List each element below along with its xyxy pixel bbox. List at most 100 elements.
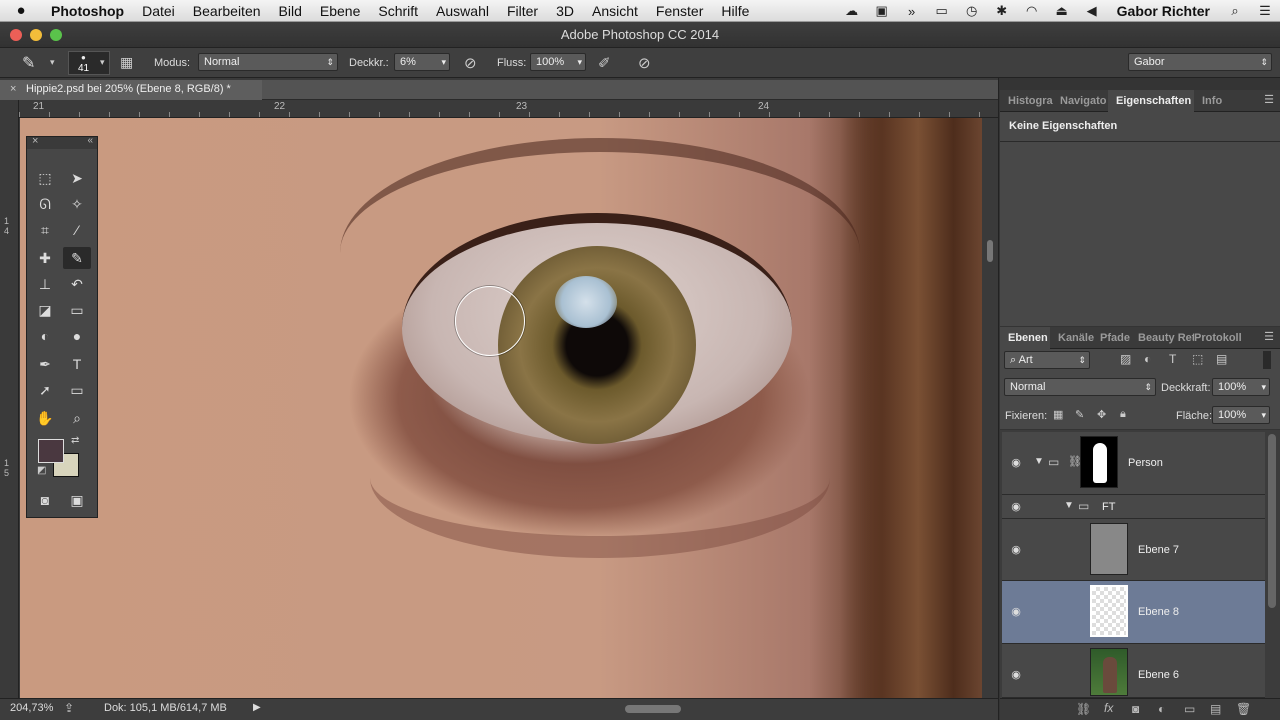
layer-row-person[interactable]: ◉ ▼ ▭ ⛓ Person	[1002, 432, 1265, 495]
dodge-tool-icon[interactable]: ●	[63, 325, 91, 347]
tab-pfade[interactable]: Pfade	[1092, 327, 1130, 349]
zoom-level[interactable]: 204,73%	[10, 702, 53, 714]
menu-filter[interactable]: Filter	[498, 3, 547, 19]
toolbox-header[interactable]: × «	[27, 135, 97, 149]
chevron-down-icon[interactable]: ▾	[577, 54, 582, 70]
time-machine-icon[interactable]: ◷	[957, 3, 987, 19]
brush-preset-picker[interactable]: ● 41 ▾	[68, 51, 110, 75]
lasso-tool-icon[interactable]: ᘏ	[31, 193, 59, 215]
fluss-field[interactable]: 100% ▾	[530, 53, 586, 71]
user-name[interactable]: Gabor Richter	[1107, 3, 1220, 19]
play-arrow-icon[interactable]: ▶	[253, 702, 261, 713]
menu-3d[interactable]: 3D	[547, 3, 583, 19]
chevron-down-icon[interactable]: ▾	[1261, 379, 1266, 395]
menu-bild[interactable]: Bild	[270, 3, 311, 19]
share-icon[interactable]: ⇪	[64, 701, 74, 715]
layer-thumbnail[interactable]	[1090, 585, 1128, 637]
horizontal-scroll-thumb[interactable]	[625, 705, 681, 713]
healing-brush-tool-icon[interactable]: ✚	[31, 247, 59, 269]
filter-shape-icon[interactable]: ⬚	[1192, 352, 1203, 366]
tab-beauty-retusche[interactable]: Beauty Ret	[1130, 327, 1194, 349]
workspace-select[interactable]: Gabor ⇕	[1128, 53, 1272, 71]
gradient-tool-icon[interactable]: ▭	[63, 299, 91, 321]
airbrush-icon[interactable]: ✐	[598, 54, 611, 72]
menu-auswahl[interactable]: Auswahl	[427, 3, 498, 19]
panel-menu-icon[interactable]: ☰	[1264, 330, 1274, 343]
history-brush-tool-icon[interactable]: ↶	[63, 273, 91, 295]
layer-row-ebene-7[interactable]: ◉ Ebene 7	[1002, 519, 1265, 581]
brush-tool-icon[interactable]: ✎	[22, 53, 35, 73]
pressure-opacity-icon[interactable]: ⊘	[464, 54, 477, 72]
tab-info[interactable]: Info	[1194, 90, 1234, 112]
clone-stamp-tool-icon[interactable]: ⊥	[31, 273, 59, 295]
collapse-icon[interactable]: «	[87, 135, 93, 146]
panel-menu-icon[interactable]: ☰	[1264, 93, 1274, 106]
close-icon[interactable]: ×	[32, 135, 38, 147]
blur-tool-icon[interactable]: ◐	[31, 325, 59, 347]
volume-icon[interactable]: ◀	[1077, 3, 1107, 19]
menu-list-icon[interactable]: ☰	[1250, 3, 1280, 19]
layer-mask-thumbnail[interactable]	[1080, 436, 1118, 488]
fx-icon[interactable]: fx	[1104, 701, 1113, 715]
screen-mode-icon[interactable]: ▣	[63, 489, 91, 511]
rectangle-tool-icon[interactable]: ▭	[63, 379, 91, 401]
new-group-icon[interactable]: ▭	[1184, 702, 1195, 716]
eye-icon[interactable]: ◉	[1008, 500, 1024, 513]
move-tool-icon[interactable]: ➤	[63, 167, 91, 189]
eye-icon[interactable]: ◉	[1008, 543, 1024, 556]
filter-pixel-icon[interactable]: ▨	[1120, 352, 1131, 366]
expand-triangle-icon[interactable]: ▼	[1064, 500, 1074, 511]
hand-tool-icon[interactable]: ✋	[31, 407, 59, 429]
lock-position-icon[interactable]: ✥	[1097, 408, 1106, 421]
screen-share-icon[interactable]: ▣	[867, 3, 897, 19]
path-selection-tool-icon[interactable]: ➚	[31, 379, 59, 401]
foreground-color-swatch[interactable]	[38, 439, 64, 463]
opacity-field[interactable]: 100% ▾	[1212, 378, 1270, 396]
airplay-icon[interactable]: ▭	[927, 3, 957, 19]
zoom-tool-icon[interactable]: ⌕	[63, 407, 91, 429]
bluetooth-icon[interactable]: ✱	[987, 3, 1017, 19]
close-tab-icon[interactable]: ×	[10, 83, 16, 95]
chevron-down-icon[interactable]: ▾	[1261, 407, 1266, 423]
menu-ebene[interactable]: Ebene	[311, 3, 369, 19]
quick-mask-icon[interactable]: ◙	[31, 489, 59, 511]
filter-smart-object-icon[interactable]: ▤	[1216, 352, 1227, 366]
layer-row-ebene-6[interactable]: ◉ Ebene 6	[1002, 644, 1265, 698]
tab-protokoll[interactable]: Protokoll	[1186, 327, 1248, 349]
new-layer-icon[interactable]: ▤	[1210, 702, 1221, 716]
menu-schrift[interactable]: Schrift	[369, 3, 427, 19]
layer-thumbnail[interactable]	[1090, 523, 1128, 575]
tab-histogramm[interactable]: Histogra	[1000, 90, 1053, 112]
eyedropper-tool-icon[interactable]: ⁄	[63, 219, 91, 241]
type-tool-icon[interactable]: T	[63, 353, 91, 375]
menu-bearbeiten[interactable]: Bearbeiten	[184, 3, 270, 19]
chevron-down-icon[interactable]: ▾	[441, 54, 446, 70]
wifi-icon[interactable]: ◠	[1017, 3, 1047, 19]
close-window-button[interactable]	[10, 29, 22, 41]
vertical-scrollbar[interactable]	[982, 118, 998, 698]
menu-photoshop[interactable]: Photoshop	[42, 3, 133, 19]
lock-all-icon[interactable]: 🔒︎	[1120, 408, 1126, 421]
filter-adjustment-icon[interactable]: ◐	[1144, 352, 1151, 366]
tab-eigenschaften[interactable]: Eigenschaften	[1108, 90, 1194, 112]
image-canvas[interactable]	[20, 118, 982, 698]
add-mask-icon[interactable]: ◙	[1132, 702, 1139, 716]
search-icon[interactable]: ⌕	[1220, 3, 1250, 19]
minimize-window-button[interactable]	[30, 29, 42, 41]
pressure-size-icon[interactable]: ⊘	[638, 54, 651, 72]
scroll-thumb[interactable]	[987, 240, 993, 262]
lock-transparency-icon[interactable]: ▦	[1053, 408, 1063, 421]
layer-row-ft[interactable]: ◉ ▼ ▭ FT	[1002, 495, 1265, 519]
lock-pixels-icon[interactable]: ✎	[1075, 408, 1084, 421]
eye-icon[interactable]: ◉	[1008, 668, 1024, 681]
zoom-window-button[interactable]	[50, 29, 62, 41]
apple-icon[interactable]: ●	[0, 2, 42, 19]
menu-datei[interactable]: Datei	[133, 3, 184, 19]
marquee-tool-icon[interactable]: ⬚	[31, 167, 59, 189]
forward-icon[interactable]: »	[897, 4, 927, 19]
filter-toggle[interactable]	[1263, 351, 1271, 369]
crop-tool-icon[interactable]: ⌗	[31, 219, 59, 241]
menu-hilfe[interactable]: Hilfe	[712, 3, 758, 19]
tool-preset-chevron-icon[interactable]: ▾	[50, 57, 55, 68]
tab-kanaele[interactable]: Kanäle	[1050, 327, 1094, 349]
